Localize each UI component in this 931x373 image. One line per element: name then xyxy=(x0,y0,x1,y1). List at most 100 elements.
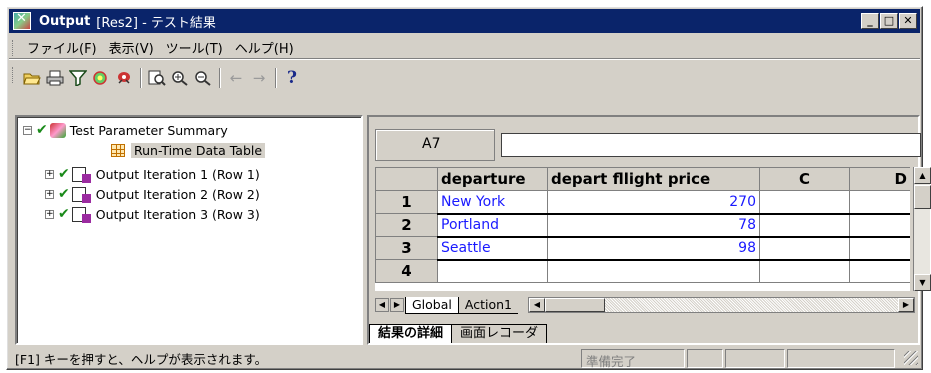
iteration-icon xyxy=(71,186,91,203)
close-button[interactable]: ✕ xyxy=(899,13,917,29)
passed-check-icon: ✔ xyxy=(58,166,70,182)
menu-grip xyxy=(12,39,15,56)
table-cell[interactable]: Portland xyxy=(437,213,548,238)
open-folder-icon[interactable] xyxy=(21,67,43,89)
row-header[interactable]: 3 xyxy=(375,236,438,260)
tab-action1[interactable]: Action1 xyxy=(458,297,518,314)
tree-root-label: Test Parameter Summary xyxy=(69,122,228,138)
filter-icon[interactable] xyxy=(67,67,89,89)
data-table-view: A7 departure depart fllight price C D 1 … xyxy=(373,127,931,317)
status-state: 準備完了 xyxy=(581,348,685,369)
tree-item-label: Output Iteration 2 (Row 2) xyxy=(95,186,260,202)
corner-cell[interactable] xyxy=(375,167,438,191)
row-header[interactable]: 1 xyxy=(375,190,438,214)
details-tab-bar: 結果の詳細 画面レコーダ xyxy=(369,323,917,343)
table-cell[interactable]: 270 xyxy=(547,190,760,215)
results-tree[interactable]: − ✔ Test Parameter Summary Run-Time Data… xyxy=(15,115,363,345)
window-subtitle: [Res2] - テスト結果 xyxy=(96,15,216,31)
status-panel xyxy=(687,348,723,368)
back-arrow-icon[interactable]: ← xyxy=(225,67,247,89)
table-cell[interactable] xyxy=(437,259,548,283)
menu-file[interactable]: ファイル(F) xyxy=(21,38,103,57)
column-header[interactable]: C xyxy=(759,167,850,191)
expand-icon[interactable]: + xyxy=(45,169,54,179)
table-cell[interactable] xyxy=(849,236,910,261)
toolbar-separator xyxy=(219,68,221,88)
table-cell[interactable] xyxy=(849,190,910,215)
table-cell[interactable]: 98 xyxy=(547,236,760,261)
table-cell[interactable]: 78 xyxy=(547,213,760,238)
maximize-button[interactable]: □ xyxy=(880,13,898,29)
scroll-thumb[interactable] xyxy=(914,185,931,209)
forward-arrow-icon[interactable]: → xyxy=(248,67,270,89)
minimize-button[interactable]: _ xyxy=(861,13,879,29)
table-cell[interactable]: Seattle xyxy=(437,236,548,261)
tree-item-runtime-table[interactable]: Run-Time Data Table xyxy=(111,141,266,159)
table-cell[interactable] xyxy=(849,213,910,238)
row-header[interactable]: 4 xyxy=(375,259,438,283)
toolbar-grip xyxy=(12,67,15,83)
tab-prev-icon[interactable]: ◀ xyxy=(375,298,389,312)
table-cell[interactable]: New York xyxy=(437,190,548,215)
status-message: [F1] キーを押すと、ヘルプが表示されます。 xyxy=(15,351,268,367)
table-cell[interactable] xyxy=(759,259,850,283)
zoom-out-icon[interactable] xyxy=(192,67,214,89)
table-cell[interactable] xyxy=(547,259,760,283)
table-cell[interactable] xyxy=(759,236,850,261)
collapse-icon[interactable]: − xyxy=(23,125,32,135)
details-pane: A7 departure depart fllight price C D 1 … xyxy=(367,115,931,345)
tab-global[interactable]: Global xyxy=(405,296,459,314)
help-icon[interactable]: ? xyxy=(281,67,303,89)
scroll-track[interactable] xyxy=(604,298,898,312)
menu-help[interactable]: ヘルプ(H) xyxy=(229,38,300,57)
column-header[interactable]: departure xyxy=(437,167,548,191)
resize-grip-icon[interactable] xyxy=(904,351,918,365)
app-icon[interactable] xyxy=(13,11,31,30)
scroll-thumb[interactable] xyxy=(544,298,605,312)
table-cell[interactable] xyxy=(759,213,850,238)
formula-input[interactable] xyxy=(501,133,921,157)
find-icon[interactable] xyxy=(90,67,112,89)
tab-result-details[interactable]: 結果の詳細 xyxy=(369,324,453,343)
scroll-down-icon[interactable]: ▼ xyxy=(914,274,931,291)
table-row: 1 New York 270 xyxy=(375,190,910,215)
toolbar-separator xyxy=(275,68,277,88)
title-bar[interactable]: Output [Res2] - テスト結果 _ □ ✕ xyxy=(9,9,920,33)
column-header[interactable]: D xyxy=(849,167,910,191)
zoom-in-icon[interactable] xyxy=(169,67,191,89)
table-row: 2 Portland 78 xyxy=(375,213,910,238)
tree-item-iteration[interactable]: + ✔ Output Iteration 2 (Row 2) xyxy=(45,185,260,203)
table-cell[interactable] xyxy=(759,190,850,215)
tree-item-iteration[interactable]: + ✔ Output Iteration 3 (Row 3) xyxy=(45,205,260,223)
expand-icon[interactable]: + xyxy=(45,189,54,199)
data-table: departure depart fllight price C D 1 New… xyxy=(375,167,910,283)
toolbar: ← → ? xyxy=(9,63,920,113)
table-row: 4 xyxy=(375,259,910,283)
vertical-scrollbar[interactable]: ▲ ▼ xyxy=(913,167,931,291)
print-icon[interactable] xyxy=(44,67,66,89)
table-cell[interactable] xyxy=(849,259,910,283)
status-panel xyxy=(787,348,895,368)
bug-icon[interactable] xyxy=(113,67,135,89)
sheet-tab-bar: ◀ ▶ Global Action1 ◀ ▶ xyxy=(375,295,915,315)
data-grid[interactable]: departure depart fllight price C D 1 New… xyxy=(375,167,910,291)
scroll-right-icon[interactable]: ▶ xyxy=(898,298,914,312)
tree-root[interactable]: − ✔ Test Parameter Summary xyxy=(23,121,228,139)
status-panel xyxy=(725,348,785,368)
tree-item-iteration[interactable]: + ✔ Output Iteration 1 (Row 1) xyxy=(45,165,260,183)
horizontal-scrollbar[interactable]: ◀ ▶ xyxy=(527,297,915,313)
tab-screen-recorder[interactable]: 画面レコーダ xyxy=(452,324,548,343)
window-controls: _ □ ✕ xyxy=(860,13,917,29)
column-header[interactable]: depart fllight price xyxy=(547,167,760,191)
iteration-icon xyxy=(71,166,91,183)
table-row: 3 Seattle 98 xyxy=(375,236,910,261)
scroll-up-icon[interactable]: ▲ xyxy=(914,167,931,184)
menu-view[interactable]: 表示(V) xyxy=(103,38,160,57)
main-window: Output [Res2] - テスト結果 _ □ ✕ ファイル(F) 表示(V… xyxy=(6,6,931,370)
row-header[interactable]: 2 xyxy=(375,213,438,237)
expand-icon[interactable]: + xyxy=(45,209,54,219)
menu-tools[interactable]: ツール(T) xyxy=(160,38,229,57)
tab-next-icon[interactable]: ▶ xyxy=(390,298,404,312)
zoom-page-icon[interactable] xyxy=(146,67,168,89)
scroll-left-icon[interactable]: ◀ xyxy=(528,298,545,312)
